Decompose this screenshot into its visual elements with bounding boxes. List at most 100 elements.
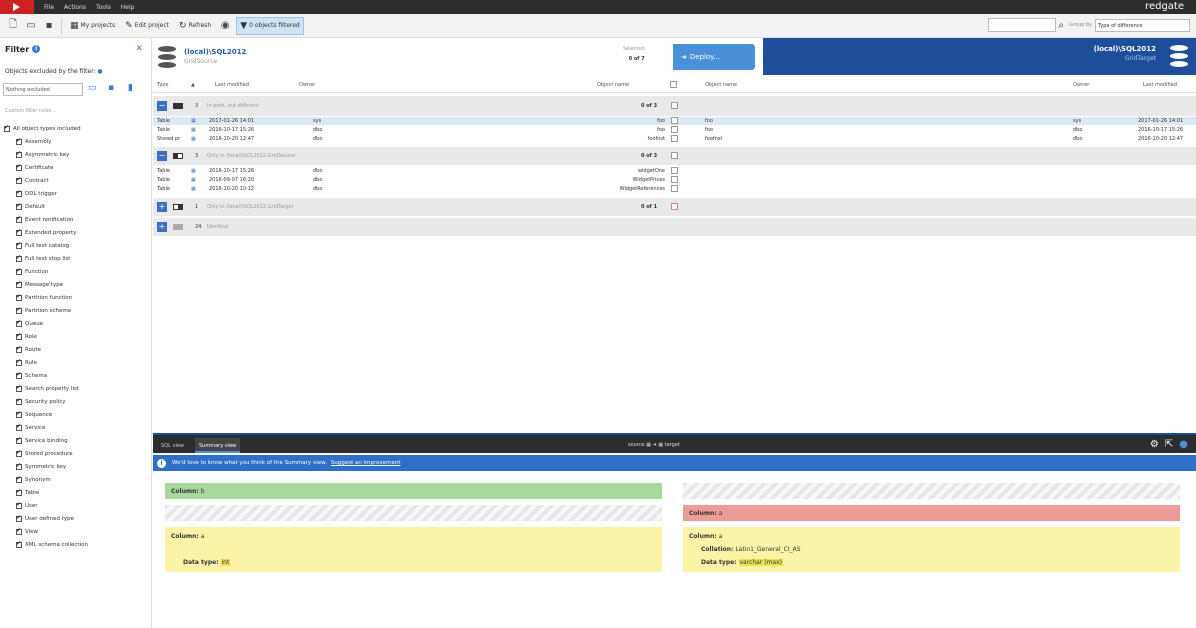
my-projects-button[interactable]: ▦ My projects bbox=[67, 17, 118, 35]
tree-row-object-type[interactable]: Role bbox=[4, 330, 88, 343]
collapse-icon[interactable]: − bbox=[157, 101, 167, 111]
select-all-checkbox[interactable] bbox=[670, 81, 677, 88]
tree-row-object-type[interactable]: Search property list bbox=[4, 382, 88, 395]
edit-project-button[interactable]: ✎ Edit project bbox=[122, 17, 172, 35]
info-icon[interactable]: ● bbox=[97, 68, 102, 75]
expand-icon[interactable]: + bbox=[157, 202, 167, 212]
checkbox[interactable] bbox=[4, 124, 10, 132]
tree-row-object-type[interactable]: Symmetric key bbox=[4, 460, 88, 473]
tree-row-object-type[interactable]: Rule bbox=[4, 356, 88, 369]
group-only-target[interactable]: + 1 Only in (local)\SQL2012.GridTarget 0… bbox=[153, 198, 1196, 216]
tree-row-object-type[interactable]: Certificate bbox=[4, 161, 88, 174]
table-row[interactable]: ▦ Stored pr 2016-10-20 12:47 dbo foofnst foof… bbox=[153, 135, 1196, 143]
checkbox[interactable] bbox=[16, 163, 22, 171]
checkbox[interactable] bbox=[16, 397, 22, 405]
info-icon[interactable]: i bbox=[32, 45, 41, 53]
row-checkbox[interactable] bbox=[671, 126, 678, 133]
expand-icon[interactable]: + bbox=[157, 222, 167, 232]
checkbox[interactable] bbox=[16, 423, 22, 431]
col-owner[interactable]: Owner bbox=[299, 82, 315, 88]
gear-icon[interactable]: ⚙ bbox=[1150, 440, 1159, 450]
checkbox[interactable] bbox=[16, 540, 22, 548]
open-folder-icon[interactable]: ▭ bbox=[25, 20, 37, 32]
tab-sql-view[interactable]: SQL view bbox=[157, 438, 188, 453]
checkbox[interactable] bbox=[16, 475, 22, 483]
group-checkbox[interactable] bbox=[671, 203, 678, 210]
save-icon[interactable]: ▪ bbox=[108, 83, 120, 95]
new-project-icon[interactable]: 🗋 bbox=[7, 19, 19, 32]
checkbox[interactable] bbox=[16, 319, 22, 327]
checkbox[interactable] bbox=[16, 228, 22, 236]
tree-row-all[interactable]: All object types included bbox=[4, 122, 88, 135]
checkbox[interactable] bbox=[16, 150, 22, 158]
tab-summary-view[interactable]: Summary view bbox=[195, 438, 241, 453]
table-row[interactable]: ▦ Table 2016-10-17 15:26 dbo widgetOne bbox=[153, 167, 1196, 175]
col-object-name[interactable]: Object name bbox=[597, 82, 629, 88]
group-only-source[interactable]: − 3 Only in (local)\SQL2012.GridSource 0… bbox=[153, 147, 1196, 165]
search-icon[interactable]: ⌕ bbox=[1058, 20, 1064, 31]
binoculars-icon[interactable]: ◉ bbox=[219, 20, 231, 32]
group-checkbox[interactable] bbox=[671, 152, 678, 159]
app-logo[interactable] bbox=[0, 0, 34, 14]
row-checkbox[interactable] bbox=[671, 176, 678, 183]
tree-row-object-type[interactable]: Stored procedure bbox=[4, 447, 88, 460]
checkbox[interactable] bbox=[16, 488, 22, 496]
tree-row-object-type[interactable]: View bbox=[4, 525, 88, 538]
menu-file[interactable]: File bbox=[44, 4, 54, 11]
tree-row-object-type[interactable]: Queue bbox=[4, 317, 88, 330]
tree-row-object-type[interactable]: Function bbox=[4, 265, 88, 278]
group-checkbox[interactable] bbox=[671, 102, 678, 109]
tree-row-object-type[interactable]: Route bbox=[4, 343, 88, 356]
checkbox[interactable] bbox=[16, 462, 22, 470]
checkbox[interactable] bbox=[16, 436, 22, 444]
checkbox[interactable] bbox=[16, 215, 22, 223]
tree-row-object-type[interactable]: User bbox=[4, 499, 88, 512]
checkbox[interactable] bbox=[16, 254, 22, 262]
table-row[interactable]: ▦ Table 2016-09-07 16:20 dbo WidgetPrices bbox=[153, 176, 1196, 184]
checkbox[interactable] bbox=[16, 449, 22, 457]
col-type[interactable]: Type bbox=[157, 82, 168, 88]
checkbox[interactable] bbox=[16, 514, 22, 522]
table-row[interactable]: ▦ Table 2016-10-20 10:12 dbo WidgetReference… bbox=[153, 185, 1196, 193]
group-identical[interactable]: + 24 Identical bbox=[153, 218, 1196, 236]
folder-icon[interactable]: ▭ bbox=[88, 83, 100, 95]
tree-row-object-type[interactable]: Extended property bbox=[4, 226, 88, 239]
checkbox[interactable] bbox=[16, 410, 22, 418]
tree-row-object-type[interactable]: Sequence bbox=[4, 408, 88, 421]
menu-tools[interactable]: Tools bbox=[96, 4, 111, 11]
tree-row-object-type[interactable]: Event notification bbox=[4, 213, 88, 226]
suggest-improvement-link[interactable]: Suggest an improvement bbox=[331, 460, 401, 466]
checkbox[interactable] bbox=[16, 384, 22, 392]
checkbox[interactable] bbox=[16, 202, 22, 210]
row-checkbox[interactable] bbox=[671, 135, 678, 142]
menu-actions[interactable]: Actions bbox=[64, 4, 86, 11]
external-link-icon[interactable]: ⇱ bbox=[1165, 440, 1173, 450]
checkbox[interactable] bbox=[16, 371, 22, 379]
checkbox[interactable] bbox=[16, 280, 22, 288]
tree-row-object-type[interactable]: Security policy bbox=[4, 395, 88, 408]
table-row[interactable]: ▦ Table 2016-10-17 15:26 dbo foo foo dbo 2016-1… bbox=[153, 126, 1196, 134]
checkbox[interactable] bbox=[16, 176, 22, 184]
group-by-select[interactable]: Type of difference bbox=[1095, 18, 1190, 32]
checkbox[interactable] bbox=[16, 345, 22, 353]
search-input[interactable] bbox=[988, 18, 1057, 32]
trash-icon[interactable]: ▮ bbox=[128, 83, 140, 95]
excluded-select[interactable]: Nothing excluded bbox=[3, 83, 83, 96]
tree-row-object-type[interactable]: Contract bbox=[4, 174, 88, 187]
custom-filter-link[interactable]: Custom filter rules... bbox=[5, 108, 56, 114]
refresh-button[interactable]: ↻ Refresh bbox=[176, 17, 214, 35]
checkbox[interactable] bbox=[16, 306, 22, 314]
row-checkbox[interactable] bbox=[671, 117, 678, 124]
tree-row-object-type[interactable]: Synonym bbox=[4, 473, 88, 486]
row-checkbox[interactable] bbox=[671, 167, 678, 174]
collapse-icon[interactable]: − bbox=[157, 151, 167, 161]
tree-row-object-type[interactable]: DDL trigger bbox=[4, 187, 88, 200]
tree-row-object-type[interactable]: Asymmetric key bbox=[4, 148, 88, 161]
menu-help[interactable]: Help bbox=[121, 4, 135, 11]
checkbox[interactable] bbox=[16, 137, 22, 145]
col-owner-right[interactable]: Owner bbox=[1073, 82, 1089, 88]
checkbox[interactable] bbox=[16, 501, 22, 509]
info-icon[interactable]: ● bbox=[1179, 440, 1188, 450]
close-icon[interactable]: ✕ bbox=[135, 44, 143, 54]
tree-row-object-type[interactable]: Partition function bbox=[4, 291, 88, 304]
